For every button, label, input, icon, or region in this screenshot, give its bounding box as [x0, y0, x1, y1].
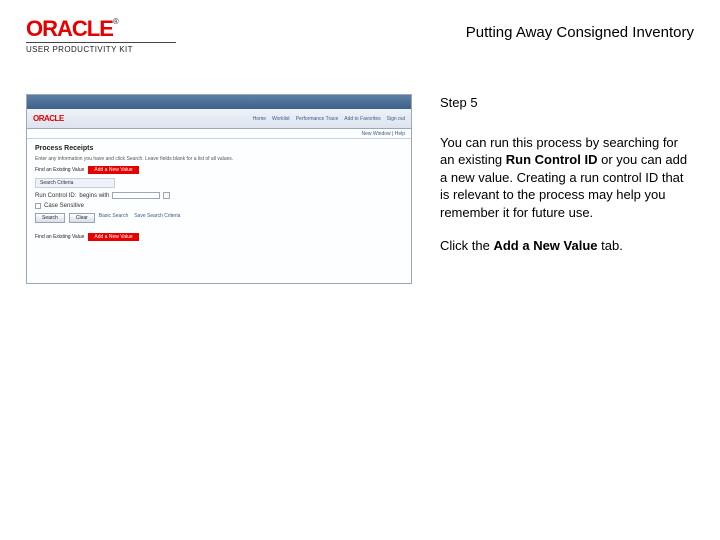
oracle-brand-text: ORACLE [26, 16, 113, 41]
instruction-paragraph-2: Click the Add a New Value tab. [440, 237, 692, 255]
ss-nav-home[interactable]: Home [253, 116, 266, 122]
ss-clear-button[interactable]: Clear [69, 213, 95, 223]
ss-brand-row: ORACLE Home Worklist Performance Trace A… [27, 109, 411, 129]
p2-bold: Add a New Value [493, 238, 597, 253]
upk-sublabel: USER PRODUCTIVITY KIT [26, 45, 176, 54]
ss-footer-add-highlight[interactable]: Add a New Value [88, 233, 138, 241]
ss-lookup-icon[interactable] [163, 192, 170, 199]
ss-top-nav: Home Worklist Performance Trace Add to F… [253, 116, 405, 122]
ss-field-label: Run Control ID: [35, 193, 76, 199]
ss-footer-find[interactable]: Find an Existing Value [35, 234, 84, 240]
ss-save-search-link[interactable]: Save Search Criteria [134, 213, 180, 223]
ss-subbar: New Window | Help [27, 129, 411, 139]
p1-bold: Run Control ID [506, 152, 598, 167]
ss-description: Enter any information you have and click… [35, 156, 403, 162]
instruction-panel: Step 5 You can run this process by searc… [440, 94, 692, 284]
ss-tab-add-highlight[interactable]: Add a New Value [88, 166, 138, 174]
logo-divider [26, 42, 176, 43]
ss-case-checkbox[interactable] [35, 203, 41, 209]
p2-pre: Click the [440, 238, 493, 253]
ss-run-control-input[interactable] [112, 192, 160, 199]
ss-nav-fav[interactable]: Add to Favorites [344, 116, 380, 122]
oracle-tm: ® [113, 17, 118, 26]
embedded-app-screenshot: ORACLE Home Worklist Performance Trace A… [26, 94, 412, 284]
ss-oracle-logo: ORACLE [33, 114, 64, 123]
ss-page-heading: Process Receipts [35, 145, 403, 152]
ss-search-button[interactable]: Search [35, 213, 65, 223]
step-label: Step 5 [440, 94, 692, 112]
ss-basic-search-link[interactable]: Basic Search [99, 213, 128, 223]
ss-subbar-links[interactable]: New Window | Help [361, 131, 405, 137]
ss-nav-signout[interactable]: Sign out [387, 116, 405, 122]
ss-field-op: begins with [79, 193, 109, 199]
oracle-logo-block: ORACLE® USER PRODUCTIVITY KIT [26, 18, 176, 54]
instruction-paragraph-1: You can run this process by searching fo… [440, 134, 692, 222]
page-title: Putting Away Consigned Inventory [466, 24, 694, 41]
ss-tab-find[interactable]: Find an Existing Value [35, 167, 84, 173]
ss-case-label: Case Sensitive [44, 203, 84, 209]
ss-search-criteria-header: Search Criteria [35, 178, 115, 188]
ss-nav-perf[interactable]: Performance Trace [296, 116, 339, 122]
p2-post: tab. [598, 238, 623, 253]
ss-window-chrome [27, 95, 411, 109]
oracle-logo: ORACLE® [26, 18, 176, 40]
ss-nav-worklist[interactable]: Worklist [272, 116, 290, 122]
